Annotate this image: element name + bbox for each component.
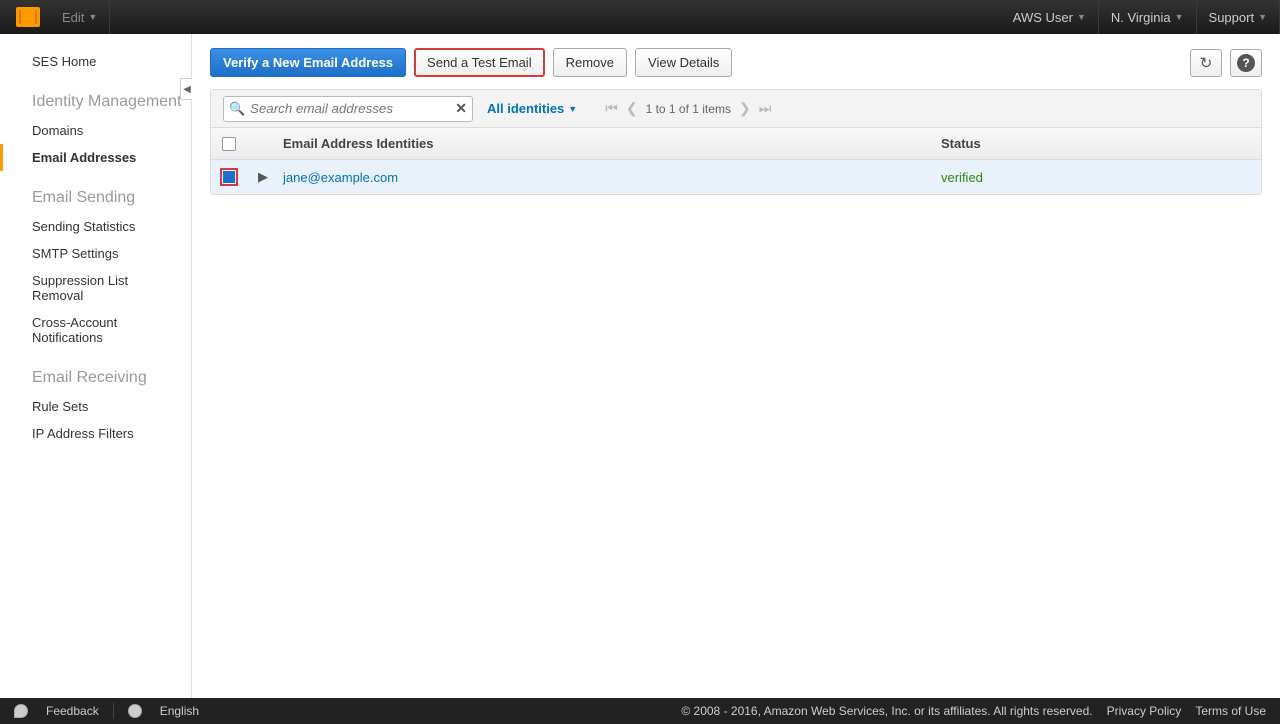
nav-region-label: N. Virginia (1111, 10, 1171, 25)
search-input[interactable] (223, 96, 473, 122)
caret-down-icon: ▼ (1175, 12, 1184, 22)
caret-down-icon: ▼ (88, 12, 97, 22)
footer-terms[interactable]: Terms of Use (1195, 704, 1266, 718)
nav-region[interactable]: N. Virginia ▼ (1099, 0, 1197, 34)
help-icon: ? (1237, 54, 1255, 72)
row-checkbox-cell (211, 168, 247, 186)
caret-down-icon: ▼ (568, 104, 577, 114)
footer-feedback[interactable]: Feedback (46, 704, 99, 718)
sidebar-item-ip-filters[interactable]: IP Address Filters (0, 420, 191, 447)
sidebar-item-smtp[interactable]: SMTP Settings (0, 240, 191, 267)
footer-language[interactable]: English (160, 704, 199, 718)
refresh-button[interactable] (1190, 49, 1222, 77)
feedback-icon (14, 704, 28, 718)
row-checkbox-highlight (220, 168, 238, 186)
sidebar: SES Home Identity Management Domains Ema… (0, 34, 192, 698)
col-header-status[interactable]: Status (941, 136, 1261, 151)
pager-next-icon[interactable]: ❯ (739, 100, 751, 117)
sidebar-item-cross-account[interactable]: Cross-Account Notifications (0, 309, 191, 351)
sidebar-item-domains[interactable]: Domains (0, 117, 191, 144)
pager-prev-icon[interactable]: ❮ (626, 100, 638, 117)
identities-filter-dropdown[interactable]: All identities ▼ (487, 101, 577, 116)
row-status: verified (941, 170, 1261, 185)
footer: Feedback English © 2008 - 2016, Amazon W… (0, 698, 1280, 724)
refresh-icon (1200, 54, 1213, 72)
nav-edit-label: Edit (62, 10, 84, 25)
pager: ⏮ ❮ 1 to 1 of 1 items ❯ ⏭ (605, 100, 771, 117)
verify-email-button[interactable]: Verify a New Email Address (210, 48, 406, 77)
search-icon: 🔍 (229, 101, 245, 117)
nav-user-label: AWS User (1013, 10, 1073, 25)
row-checkbox[interactable] (223, 171, 235, 183)
pager-first-icon[interactable]: ⏮ (605, 100, 618, 117)
sidebar-item-suppression[interactable]: Suppression List Removal (0, 267, 191, 309)
search-wrap: 🔍 ✕ (223, 96, 473, 122)
main-content: Verify a New Email Address Send a Test E… (192, 34, 1280, 698)
globe-icon (128, 704, 142, 718)
sidebar-section-sending: Email Sending (0, 171, 191, 213)
aws-logo-icon (16, 7, 40, 27)
caret-down-icon: ▼ (1077, 12, 1086, 22)
sidebar-section-receiving: Email Receiving (0, 351, 191, 393)
help-button[interactable]: ? (1230, 49, 1262, 77)
footer-privacy[interactable]: Privacy Policy (1107, 704, 1182, 718)
remove-button[interactable]: Remove (553, 48, 627, 77)
nav-user[interactable]: AWS User ▼ (1001, 0, 1099, 34)
row-email[interactable]: jane@example.com (279, 170, 941, 185)
select-all-checkbox[interactable] (222, 137, 236, 151)
row-expand-icon[interactable]: ▶ (247, 169, 279, 185)
footer-copyright: © 2008 - 2016, Amazon Web Services, Inc.… (681, 704, 1092, 718)
identities-panel: 🔍 ✕ All identities ▼ ⏮ ❮ 1 to 1 of 1 ite… (210, 89, 1262, 195)
sidebar-item-email-addresses[interactable]: Email Addresses (0, 144, 191, 171)
sidebar-section-identity: Identity Management (0, 75, 191, 117)
sidebar-item-rule-sets[interactable]: Rule Sets (0, 393, 191, 420)
clear-search-icon[interactable]: ✕ (455, 100, 467, 117)
sidebar-item-sending-stats[interactable]: Sending Statistics (0, 213, 191, 240)
filter-row: 🔍 ✕ All identities ▼ ⏮ ❮ 1 to 1 of 1 ite… (211, 90, 1261, 128)
nav-edit[interactable]: Edit ▼ (50, 0, 110, 34)
top-nav: AWS▼ Services▼ Edit▼ AWS User▼ N. Virgin… (0, 0, 1280, 34)
col-header-email[interactable]: Email Address Identities (279, 136, 941, 151)
view-details-button[interactable]: View Details (635, 48, 732, 77)
table-header: Email Address Identities Status (211, 128, 1261, 160)
caret-down-icon: ▼ (1258, 12, 1267, 22)
nav-support-label: Support (1209, 10, 1255, 25)
pager-text: 1 to 1 of 1 items (646, 102, 731, 116)
identities-filter-label: All identities (487, 101, 564, 116)
action-toolbar: Verify a New Email Address Send a Test E… (210, 48, 1262, 77)
table-row[interactable]: ▶ jane@example.com verified (211, 160, 1261, 194)
sidebar-item-ses-home[interactable]: SES Home (0, 48, 191, 75)
send-test-email-button[interactable]: Send a Test Email (414, 48, 545, 77)
nav-support[interactable]: Support▼ (1197, 0, 1280, 34)
pager-last-icon[interactable]: ⏭ (759, 100, 772, 117)
select-all-cell (211, 137, 247, 151)
